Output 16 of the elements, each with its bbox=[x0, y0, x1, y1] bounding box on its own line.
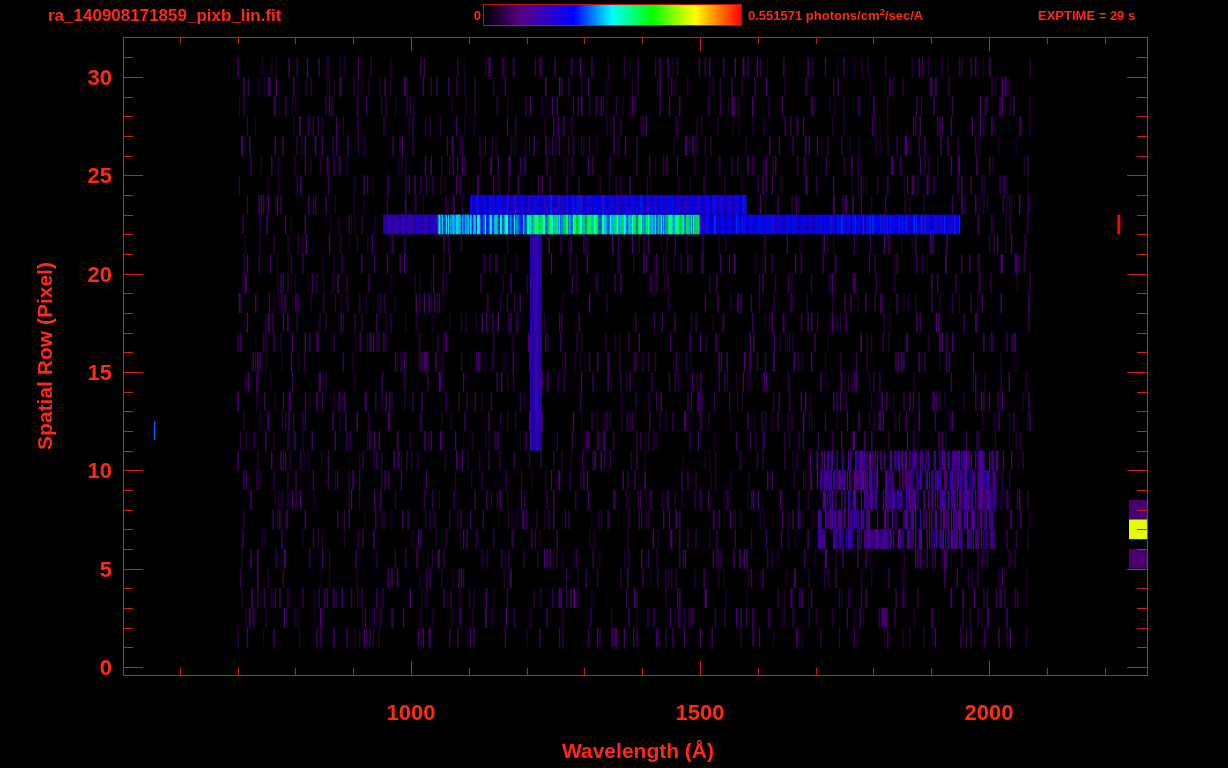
colorbar-min-label: 0 bbox=[472, 8, 482, 22]
y-axis-label: Spatial Row (Pixel) bbox=[33, 262, 56, 450]
y-tick-label: 0 bbox=[99, 655, 112, 680]
y-tick-label: 10 bbox=[87, 458, 112, 484]
x-axis-label: Wavelength (Å) bbox=[561, 739, 715, 762]
y-tick-label: 20 bbox=[87, 261, 112, 287]
exposure-time: EXPTIME = 29 s bbox=[1038, 8, 1136, 22]
colorbar-max-label: 0.551571 photons/cm$^{2}$/sec/A bbox=[747, 8, 925, 22]
y-tick-label: 30 bbox=[87, 64, 112, 90]
x-tick-label: 2000 bbox=[964, 700, 1014, 725]
x-tick-label: 1000 bbox=[386, 700, 436, 725]
x-tick-label: 1500 bbox=[675, 700, 725, 725]
y-tick-label: 25 bbox=[87, 163, 112, 189]
y-tick-label: 5 bbox=[99, 556, 112, 582]
plot-title: ra_140908171859_pixb_lin.fit bbox=[48, 6, 283, 24]
y-tick-label: 15 bbox=[87, 359, 112, 385]
